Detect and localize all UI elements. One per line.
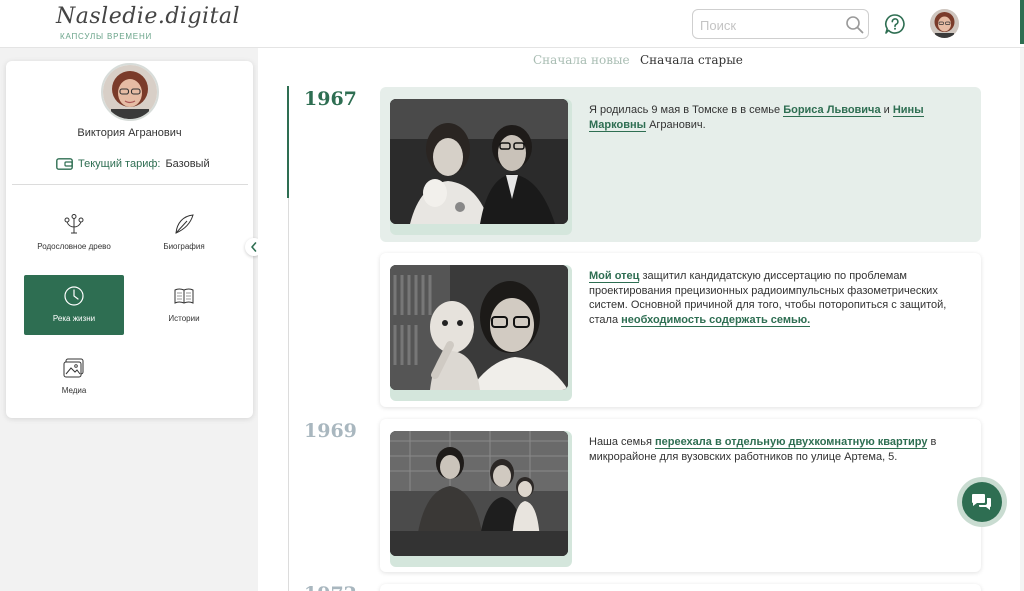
menu-item-family-tree[interactable]: Родословное древо	[24, 203, 124, 263]
header-scrollbar	[1020, 0, 1024, 44]
event-photo[interactable]	[390, 431, 568, 556]
tariff-value: Базовый	[165, 158, 210, 170]
timeline-active-marker	[287, 86, 289, 198]
event-photo-frame	[390, 99, 572, 235]
main-scrollbar[interactable]	[1020, 48, 1024, 591]
story-link-apartment[interactable]: переехала в отдельную двухкомнатную квар…	[654, 436, 928, 449]
search-box	[692, 9, 869, 39]
sidebar-divider	[12, 184, 248, 185]
search-input[interactable]	[700, 16, 840, 34]
sort-newest-button[interactable]: Сначала новые	[533, 53, 630, 67]
person-link-father[interactable]: Мой отец	[589, 270, 640, 283]
person-link-boris[interactable]: Бориса Львовича	[783, 104, 881, 117]
site-logo[interactable]: Nasledie.digital капсулы времени	[56, 4, 241, 41]
menu-label: Медиа	[61, 386, 87, 395]
logo-subtitle: капсулы времени	[60, 32, 153, 41]
menu-label: Истории	[168, 314, 200, 323]
chat-button[interactable]	[957, 477, 1007, 527]
clock-icon	[64, 286, 84, 306]
timeline-event-card[interactable]	[380, 584, 981, 591]
profile-avatar[interactable]	[101, 63, 159, 121]
profile-name: Виктория Агранович	[77, 127, 182, 139]
help-icon[interactable]	[884, 13, 906, 35]
year-label[interactable]: 1972	[304, 583, 357, 591]
chat-bubbles-icon	[972, 494, 991, 510]
wallet-icon	[56, 158, 73, 170]
event-photo[interactable]	[390, 265, 568, 390]
tariff-label: Текущий тариф:	[78, 158, 161, 170]
timeline-event-card[interactable]: Я родилась 9 мая в Томске в в семье Бори…	[380, 87, 981, 242]
event-text: Мой отец защитил кандидатскую диссертаци…	[589, 270, 947, 327]
menu-item-stories[interactable]: Истории	[134, 275, 234, 335]
user-avatar[interactable]	[930, 9, 959, 38]
family-tree-icon	[64, 214, 84, 234]
top-header: Nasledie.digital капсулы времени	[0, 0, 1024, 48]
event-photo-frame	[390, 431, 572, 567]
menu-label: Река жизни	[52, 314, 96, 323]
menu-item-river-of-life[interactable]: Река жизни	[24, 275, 124, 335]
menu-item-media[interactable]: Медиа	[24, 347, 124, 407]
event-photo-frame	[390, 265, 572, 401]
event-photo[interactable]	[390, 99, 568, 224]
chat-button-inner	[962, 482, 1002, 522]
event-text: Наша семья переехала в отдельную двухком…	[589, 436, 937, 463]
feather-pen-icon	[175, 214, 194, 234]
year-label[interactable]: 1967	[304, 88, 357, 110]
sort-oldest-button[interactable]: Сначала старые	[640, 53, 743, 67]
event-text: Я родилась 9 мая в Томске в в семье Бори…	[589, 104, 924, 132]
book-icon	[174, 288, 194, 304]
menu-item-biography[interactable]: Биография	[134, 203, 234, 263]
photo-icon	[63, 358, 84, 378]
profile-sidebar: Виктория Агранович Текущий тариф: Базовы…	[6, 61, 253, 418]
year-label[interactable]: 1969	[304, 420, 357, 442]
timeline-event-card[interactable]: Мой отец защитил кандидатскую диссертаци…	[380, 253, 981, 407]
story-link-family[interactable]: необходимость содержать семью.	[621, 313, 811, 327]
timeline-event-card[interactable]: Наша семья переехала в отдельную двухком…	[380, 419, 981, 572]
logo-text: Nasledie.digital	[56, 4, 241, 29]
search-icon[interactable]	[845, 15, 865, 35]
tariff-info[interactable]: Текущий тариф: Базовый	[56, 158, 210, 170]
menu-label: Родословное древо	[37, 242, 111, 251]
menu-label: Биография	[163, 242, 205, 251]
